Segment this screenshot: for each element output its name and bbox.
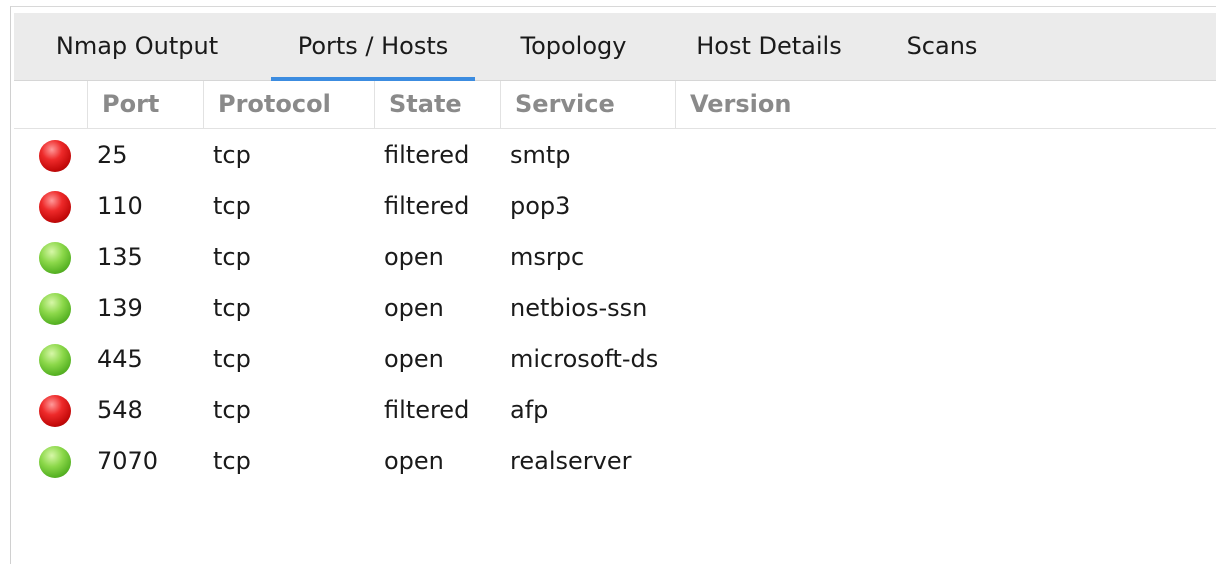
column-header-port[interactable]: Port	[88, 81, 204, 128]
state-cell: filtered	[384, 141, 470, 169]
service-cell: msrpc	[510, 243, 585, 271]
protocol-cell: tcp	[213, 243, 251, 271]
column-header-state[interactable]: State	[375, 81, 501, 128]
red-circle-icon	[39, 395, 71, 427]
red-circle-icon	[39, 191, 71, 223]
table-row[interactable]: 445 tcp open microsoft-ds	[14, 334, 1216, 385]
state-cell: filtered	[384, 396, 470, 424]
port-cell: 548	[97, 396, 143, 424]
column-header-status[interactable]	[14, 81, 88, 128]
service-cell: netbios-ssn	[510, 294, 648, 322]
port-cell: 7070	[97, 447, 159, 475]
protocol-cell: tcp	[213, 192, 251, 220]
table-row[interactable]: 25 tcp filtered smtp	[14, 130, 1216, 181]
port-cell: 135	[97, 243, 143, 271]
ports-table-body: 25 tcp filtered smtp 110 tcp filtered po…	[14, 130, 1216, 487]
column-header-protocol[interactable]: Protocol	[204, 81, 375, 128]
protocol-cell: tcp	[213, 447, 251, 475]
port-cell: 139	[97, 294, 143, 322]
service-cell: microsoft-ds	[510, 345, 659, 373]
state-cell: open	[384, 243, 444, 271]
port-cell: 25	[97, 141, 128, 169]
protocol-cell: tcp	[213, 396, 251, 424]
state-cell: open	[384, 345, 444, 373]
tab-bar: Nmap Output Ports / Hosts Topology Host …	[14, 13, 1216, 81]
green-circle-icon	[39, 344, 71, 376]
service-cell: smtp	[510, 141, 571, 169]
ports-table-header: Port Protocol State Service Version	[14, 81, 1216, 129]
service-cell: afp	[510, 396, 549, 424]
protocol-cell: tcp	[213, 141, 251, 169]
state-cell: filtered	[384, 192, 470, 220]
table-row[interactable]: 548 tcp filtered afp	[14, 385, 1216, 436]
table-row[interactable]: 139 tcp open netbios-ssn	[14, 283, 1216, 334]
service-cell: realserver	[510, 447, 632, 475]
protocol-cell: tcp	[213, 345, 251, 373]
column-header-version[interactable]: Version	[676, 81, 1216, 128]
column-header-service[interactable]: Service	[501, 81, 676, 128]
table-row[interactable]: 135 tcp open msrpc	[14, 232, 1216, 283]
table-row[interactable]: 7070 tcp open realserver	[14, 436, 1216, 487]
table-row[interactable]: 110 tcp filtered pop3	[14, 181, 1216, 232]
red-circle-icon	[39, 140, 71, 172]
tab-ports-hosts[interactable]: Ports / Hosts	[271, 13, 475, 81]
tab-nmap-output[interactable]: Nmap Output	[45, 13, 229, 80]
port-cell: 110	[97, 192, 143, 220]
tab-scans[interactable]: Scans	[897, 13, 987, 80]
green-circle-icon	[39, 446, 71, 478]
service-cell: pop3	[510, 192, 571, 220]
state-cell: open	[384, 447, 444, 475]
green-circle-icon	[39, 293, 71, 325]
state-cell: open	[384, 294, 444, 322]
protocol-cell: tcp	[213, 294, 251, 322]
green-circle-icon	[39, 242, 71, 274]
tab-topology[interactable]: Topology	[507, 13, 640, 80]
port-cell: 445	[97, 345, 143, 373]
tab-host-details[interactable]: Host Details	[684, 13, 854, 80]
